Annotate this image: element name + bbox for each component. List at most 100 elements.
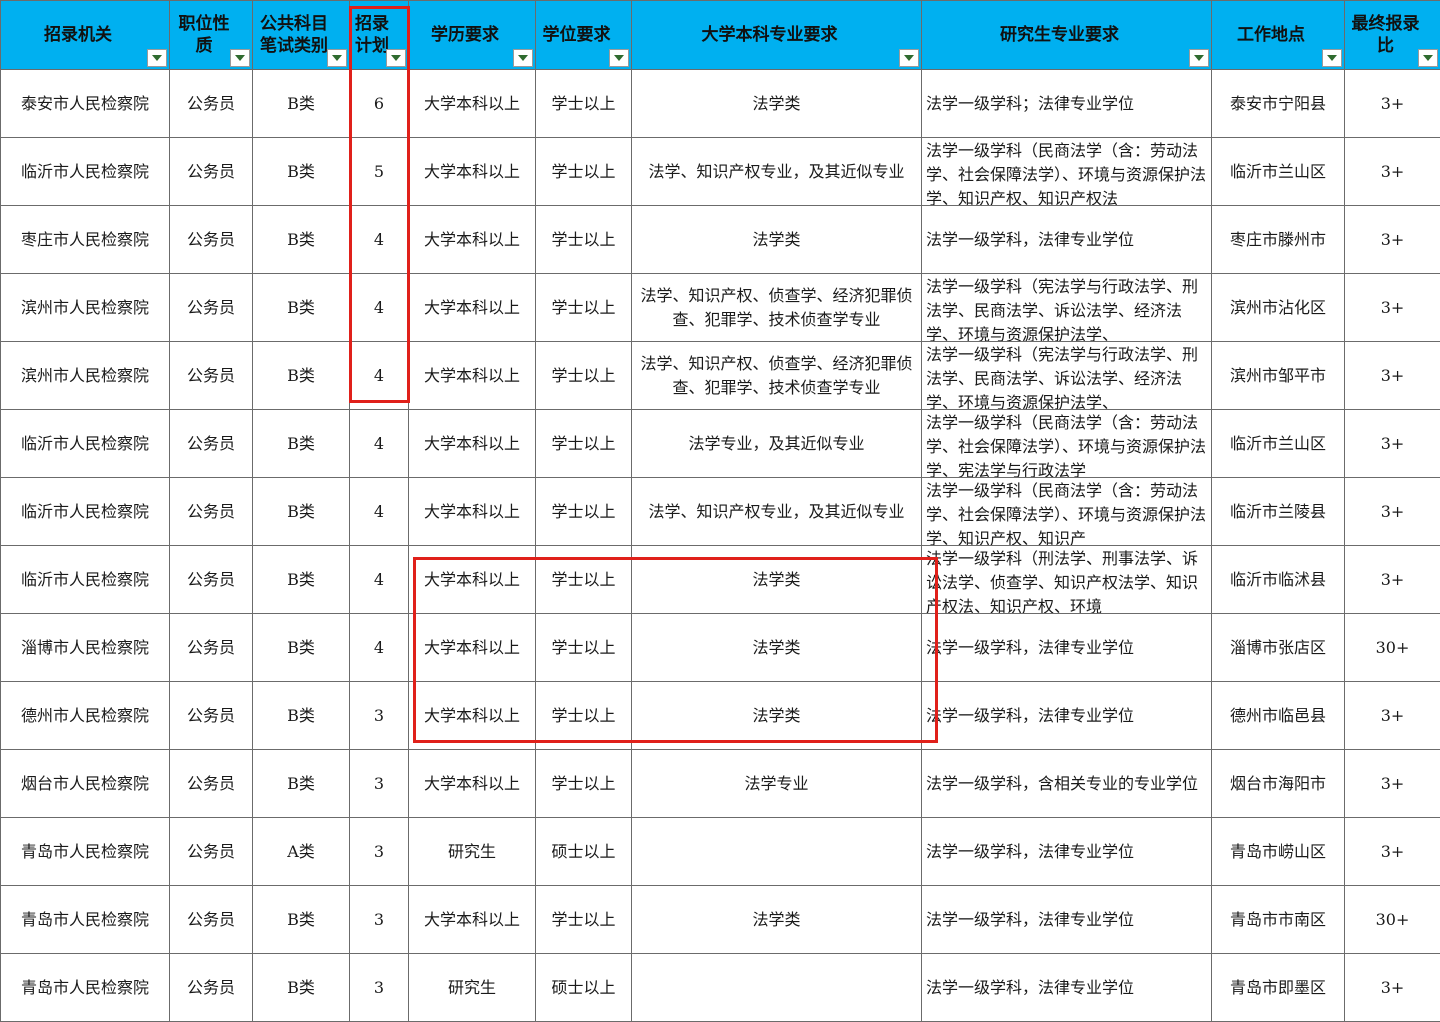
cell-position-type[interactable]: 公务员 <box>170 750 253 818</box>
cell-degree[interactable]: 学士以上 <box>536 886 632 954</box>
filter-dropdown-button[interactable] <box>1189 49 1209 67</box>
cell-plan-count[interactable]: 4 <box>350 546 409 614</box>
cell-exam-category[interactable]: B类 <box>253 342 350 410</box>
cell-degree[interactable]: 学士以上 <box>536 682 632 750</box>
cell-ratio[interactable]: 3+ <box>1345 70 1440 138</box>
cell-work-location[interactable]: 青岛市即墨区 <box>1212 954 1345 1022</box>
cell-plan-count[interactable]: 4 <box>350 274 409 342</box>
cell-undergrad-major[interactable]: 法学类 <box>632 614 922 682</box>
cell-grad-major[interactable]: 法学一级学科（民商法学（含：劳动法学、社会保障法学）、环境与资源保护法学、知识产… <box>922 478 1212 546</box>
cell-ratio[interactable]: 3+ <box>1345 818 1440 886</box>
cell-ratio[interactable]: 3+ <box>1345 682 1440 750</box>
cell-agency[interactable]: 青岛市人民检察院 <box>1 818 170 886</box>
cell-plan-count[interactable]: 3 <box>350 818 409 886</box>
cell-education[interactable]: 大学本科以上 <box>409 546 536 614</box>
cell-position-type[interactable]: 公务员 <box>170 274 253 342</box>
cell-work-location[interactable]: 青岛市崂山区 <box>1212 818 1345 886</box>
cell-grad-major[interactable]: 法学一级学科（刑法学、刑事法学、诉讼法学、侦查学、知识产权法学、知识产权法、知识… <box>922 546 1212 614</box>
cell-exam-category[interactable]: B类 <box>253 206 350 274</box>
cell-education[interactable]: 大学本科以上 <box>409 750 536 818</box>
cell-agency[interactable]: 青岛市人民检察院 <box>1 954 170 1022</box>
cell-exam-category[interactable]: B类 <box>253 70 350 138</box>
filter-dropdown-button[interactable] <box>513 49 533 67</box>
cell-grad-major[interactable]: 法学一级学科，含相关专业的专业学位 <box>922 750 1212 818</box>
cell-grad-major[interactable]: 法学一级学科，法律专业学位 <box>922 954 1212 1022</box>
cell-education[interactable]: 大学本科以上 <box>409 478 536 546</box>
cell-grad-major[interactable]: 法学一级学科（宪法学与行政法学、刑法学、民商法学、诉讼法学、经济法学、环境与资源… <box>922 342 1212 410</box>
cell-work-location[interactable]: 滨州市邹平市 <box>1212 342 1345 410</box>
cell-ratio[interactable]: 3+ <box>1345 138 1440 206</box>
cell-undergrad-major[interactable]: 法学、知识产权、侦查学、经济犯罪侦查、犯罪学、技术侦查学专业 <box>632 274 922 342</box>
cell-degree[interactable]: 学士以上 <box>536 206 632 274</box>
cell-plan-count[interactable]: 3 <box>350 682 409 750</box>
cell-agency[interactable]: 滨州市人民检察院 <box>1 342 170 410</box>
cell-undergrad-major[interactable]: 法学类 <box>632 886 922 954</box>
cell-ratio[interactable]: 3+ <box>1345 342 1440 410</box>
cell-undergrad-major[interactable]: 法学专业，及其近似专业 <box>632 410 922 478</box>
cell-undergrad-major[interactable]: 法学、知识产权专业，及其近似专业 <box>632 478 922 546</box>
cell-position-type[interactable]: 公务员 <box>170 206 253 274</box>
cell-agency[interactable]: 烟台市人民检察院 <box>1 750 170 818</box>
cell-undergrad-major[interactable]: 法学类 <box>632 682 922 750</box>
cell-degree[interactable]: 硕士以上 <box>536 818 632 886</box>
cell-work-location[interactable]: 德州市临邑县 <box>1212 682 1345 750</box>
cell-ratio[interactable]: 3+ <box>1345 410 1440 478</box>
cell-exam-category[interactable]: B类 <box>253 138 350 206</box>
cell-agency[interactable]: 临沂市人民检察院 <box>1 410 170 478</box>
cell-plan-count[interactable]: 4 <box>350 478 409 546</box>
cell-degree[interactable]: 学士以上 <box>536 750 632 818</box>
cell-work-location[interactable]: 淄博市张店区 <box>1212 614 1345 682</box>
cell-position-type[interactable]: 公务员 <box>170 886 253 954</box>
filter-dropdown-button[interactable] <box>899 49 919 67</box>
filter-dropdown-button[interactable] <box>386 49 406 67</box>
cell-position-type[interactable]: 公务员 <box>170 614 253 682</box>
cell-ratio[interactable]: 30+ <box>1345 614 1440 682</box>
cell-exam-category[interactable]: B类 <box>253 750 350 818</box>
cell-agency[interactable]: 临沂市人民检察院 <box>1 138 170 206</box>
cell-ratio[interactable]: 30+ <box>1345 886 1440 954</box>
cell-position-type[interactable]: 公务员 <box>170 410 253 478</box>
cell-degree[interactable]: 学士以上 <box>536 478 632 546</box>
cell-agency[interactable]: 泰安市人民检察院 <box>1 70 170 138</box>
cell-education[interactable]: 大学本科以上 <box>409 274 536 342</box>
cell-plan-count[interactable]: 4 <box>350 342 409 410</box>
cell-exam-category[interactable]: B类 <box>253 410 350 478</box>
cell-ratio[interactable]: 3+ <box>1345 206 1440 274</box>
cell-work-location[interactable]: 临沂市兰山区 <box>1212 138 1345 206</box>
cell-education[interactable]: 大学本科以上 <box>409 342 536 410</box>
cell-undergrad-major[interactable]: 法学、知识产权、侦查学、经济犯罪侦查、犯罪学、技术侦查学专业 <box>632 342 922 410</box>
cell-degree[interactable]: 学士以上 <box>536 138 632 206</box>
cell-degree[interactable]: 硕士以上 <box>536 954 632 1022</box>
cell-ratio[interactable]: 3+ <box>1345 546 1440 614</box>
cell-undergrad-major[interactable]: 法学类 <box>632 206 922 274</box>
cell-degree[interactable]: 学士以上 <box>536 614 632 682</box>
cell-agency[interactable]: 淄博市人民检察院 <box>1 614 170 682</box>
cell-grad-major[interactable]: 法学一级学科（民商法学（含：劳动法学、社会保障法学）、环境与资源保护法学、知识产… <box>922 138 1212 206</box>
cell-grad-major[interactable]: 法学一级学科，法律专业学位 <box>922 206 1212 274</box>
cell-undergrad-major[interactable]: 法学类 <box>632 70 922 138</box>
cell-degree[interactable]: 学士以上 <box>536 410 632 478</box>
cell-plan-count[interactable]: 6 <box>350 70 409 138</box>
cell-education[interactable]: 大学本科以上 <box>409 614 536 682</box>
cell-position-type[interactable]: 公务员 <box>170 70 253 138</box>
cell-plan-count[interactable]: 4 <box>350 614 409 682</box>
filter-dropdown-button[interactable] <box>147 49 167 67</box>
cell-position-type[interactable]: 公务员 <box>170 546 253 614</box>
filter-dropdown-button[interactable] <box>327 49 347 67</box>
cell-degree[interactable]: 学士以上 <box>536 546 632 614</box>
cell-exam-category[interactable]: B类 <box>253 614 350 682</box>
filter-dropdown-button[interactable] <box>1418 49 1438 67</box>
cell-degree[interactable]: 学士以上 <box>536 274 632 342</box>
cell-plan-count[interactable]: 5 <box>350 138 409 206</box>
cell-exam-category[interactable]: B类 <box>253 478 350 546</box>
cell-work-location[interactable]: 临沂市兰陵县 <box>1212 478 1345 546</box>
cell-grad-major[interactable]: 法学一级学科；法律专业学位 <box>922 70 1212 138</box>
filter-dropdown-button[interactable] <box>609 49 629 67</box>
cell-plan-count[interactable]: 3 <box>350 954 409 1022</box>
cell-agency[interactable]: 青岛市人民检察院 <box>1 886 170 954</box>
cell-ratio[interactable]: 3+ <box>1345 478 1440 546</box>
cell-work-location[interactable]: 临沂市临沭县 <box>1212 546 1345 614</box>
cell-work-location[interactable]: 枣庄市滕州市 <box>1212 206 1345 274</box>
cell-work-location[interactable]: 滨州市沾化区 <box>1212 274 1345 342</box>
cell-position-type[interactable]: 公务员 <box>170 342 253 410</box>
